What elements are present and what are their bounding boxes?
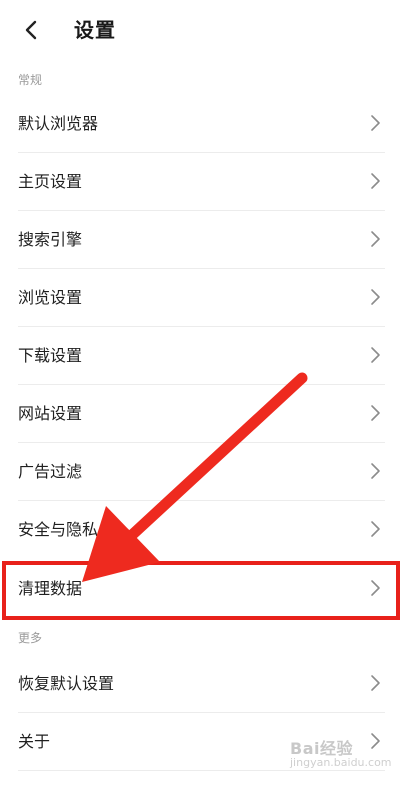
divider: [18, 770, 385, 771]
row-label: 关于: [18, 732, 51, 751]
row-label: 浏览设置: [18, 288, 83, 307]
chevron-right-icon: [371, 675, 380, 691]
chevron-right-icon: [371, 463, 380, 479]
settings-row-ad-filter[interactable]: 广告过滤: [0, 443, 403, 500]
row-label: 广告过滤: [18, 462, 83, 481]
highlight-box: [2, 561, 400, 620]
app-header: 设置: [0, 0, 403, 60]
section-label-more: 更多: [18, 631, 43, 645]
row-label: 搜索引擎: [18, 230, 83, 249]
back-button[interactable]: [16, 16, 46, 44]
chevron-right-icon: [371, 115, 380, 131]
row-label: 主页设置: [18, 172, 83, 191]
chevron-left-icon: [25, 20, 37, 40]
settings-row-browsing[interactable]: 浏览设置: [0, 269, 403, 326]
section-label-general: 常规: [18, 73, 43, 87]
chevron-right-icon: [371, 231, 380, 247]
chevron-right-icon: [371, 347, 380, 363]
row-label: 安全与隐私: [18, 520, 99, 539]
page-title: 设置: [74, 18, 116, 42]
chevron-right-icon: [371, 521, 380, 537]
chevron-right-icon: [371, 405, 380, 421]
row-label: 下载设置: [18, 346, 83, 365]
chevron-right-icon: [371, 173, 380, 189]
row-label: 默认浏览器: [18, 114, 99, 133]
settings-row-homepage[interactable]: 主页设置: [0, 153, 403, 210]
settings-row-website[interactable]: 网站设置: [0, 385, 403, 442]
row-label: 网站设置: [18, 404, 83, 423]
settings-row-restore-defaults[interactable]: 恢复默认设置: [0, 655, 403, 712]
settings-row-default-browser[interactable]: 默认浏览器: [0, 95, 403, 152]
settings-row-search-engine[interactable]: 搜索引擎: [0, 211, 403, 268]
chevron-right-icon: [371, 733, 380, 749]
chevron-right-icon: [371, 289, 380, 305]
settings-row-download[interactable]: 下载设置: [0, 327, 403, 384]
watermark-url: jingyan.baidu.com: [290, 756, 392, 769]
settings-row-security-privacy[interactable]: 安全与隐私: [0, 501, 403, 558]
row-label: 恢复默认设置: [18, 674, 115, 693]
